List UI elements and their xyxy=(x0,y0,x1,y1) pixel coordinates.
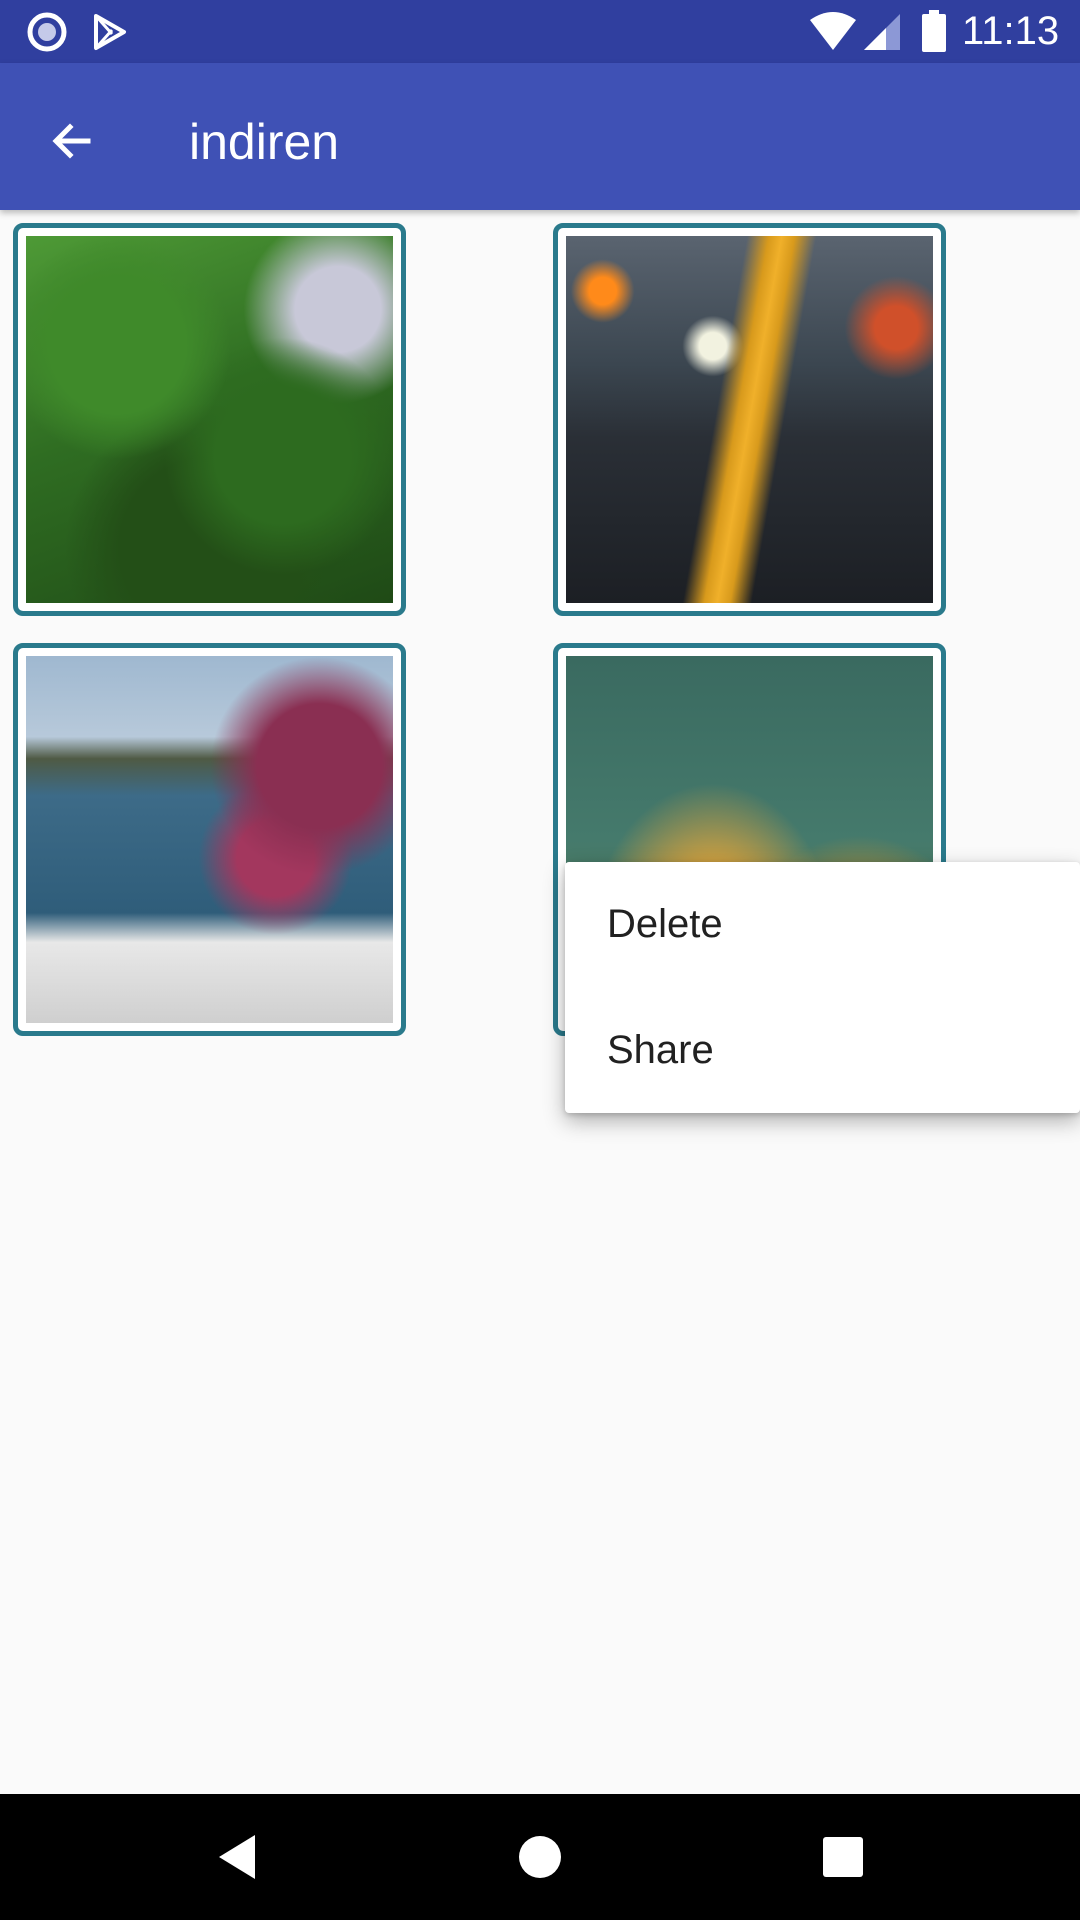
play-store-icon xyxy=(94,14,126,50)
gallery-item[interactable] xyxy=(553,223,946,616)
context-menu: Delete Share xyxy=(565,862,1080,1113)
arrow-back-icon xyxy=(52,123,91,159)
nav-recents-button[interactable] xyxy=(806,1820,880,1894)
wifi-icon xyxy=(810,12,856,50)
photo-street xyxy=(566,236,933,603)
photo-trees xyxy=(26,236,393,603)
app-bar: indiren xyxy=(0,63,1080,210)
recents-square-icon xyxy=(823,1837,863,1877)
cell-signal-icon xyxy=(864,14,900,50)
gallery-item[interactable] xyxy=(13,223,406,616)
navigation-bar xyxy=(0,1794,1080,1920)
record-icon xyxy=(27,12,67,52)
photo-harbor xyxy=(26,656,393,1023)
menu-item-label: Share xyxy=(607,1028,714,1072)
gallery-item[interactable] xyxy=(13,643,406,1036)
menu-item-delete[interactable]: Delete xyxy=(565,862,1080,987)
battery-icon xyxy=(922,10,946,52)
nav-home-button[interactable] xyxy=(503,1820,577,1894)
menu-item-label: Delete xyxy=(607,902,723,946)
page-title: indiren xyxy=(189,114,340,170)
nav-back-button[interactable] xyxy=(200,1820,274,1894)
back-button[interactable] xyxy=(30,99,114,183)
back-triangle-icon xyxy=(219,1835,255,1879)
menu-item-share[interactable]: Share xyxy=(565,988,1080,1113)
clock: 11:13 xyxy=(962,9,1060,53)
home-circle-icon xyxy=(519,1836,561,1878)
status-bar: 11:13 xyxy=(0,0,1080,63)
